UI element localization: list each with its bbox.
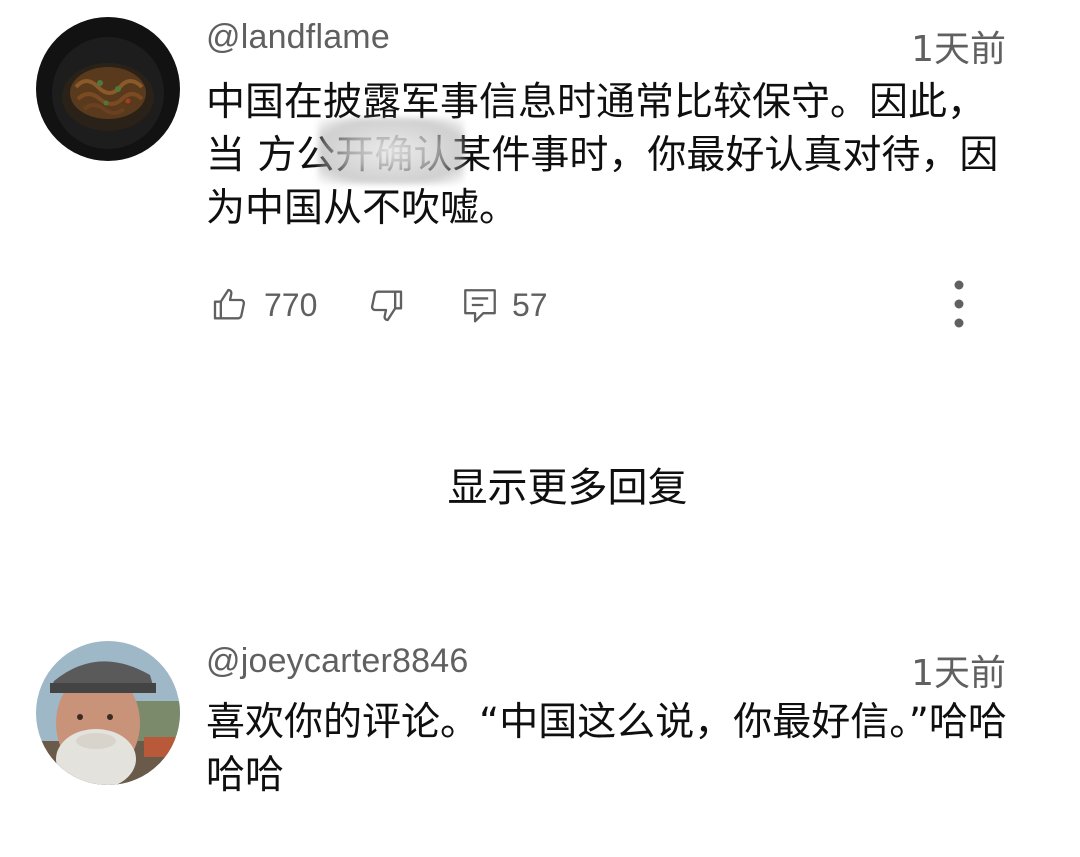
more-vert-icon xyxy=(944,280,974,334)
show-more-replies-button[interactable]: 显示更多回复 xyxy=(0,455,1080,513)
thumbs-down-icon xyxy=(366,285,406,325)
comment-timestamp: 1天前 xyxy=(911,29,1006,70)
reply-button[interactable]: 57 xyxy=(462,280,548,330)
avatar[interactable] xyxy=(36,17,180,161)
comment-actions: 770 57 xyxy=(206,280,1006,330)
like-count: 770 xyxy=(264,286,318,323)
redaction-blur xyxy=(318,118,464,184)
comment-text: 喜欢你的评论。“中国这么说，你最好信。”哈哈哈哈 xyxy=(206,700,1007,798)
comment-icon xyxy=(462,285,498,325)
reply-count: 57 xyxy=(512,286,548,323)
dislike-button[interactable] xyxy=(366,280,406,330)
comment-author-handle[interactable]: @landflame xyxy=(206,18,390,57)
thumbs-up-icon xyxy=(210,285,250,325)
avatar[interactable] xyxy=(36,641,180,785)
more-options-button[interactable] xyxy=(944,280,974,330)
avatar-image xyxy=(36,641,180,785)
comment-timestamp: 1天前 xyxy=(911,653,1006,694)
avatar-image xyxy=(36,17,180,161)
like-button[interactable]: 770 xyxy=(210,280,317,330)
comment-author-handle[interactable]: @joeycarter8846 xyxy=(206,642,468,681)
